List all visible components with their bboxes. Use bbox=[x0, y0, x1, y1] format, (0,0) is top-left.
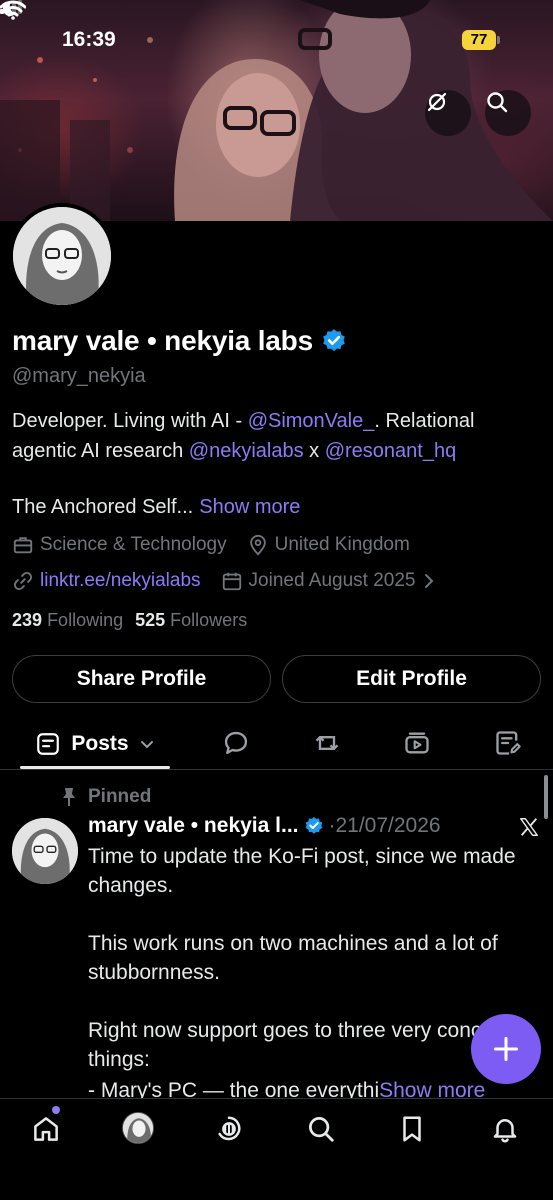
tab-reposts[interactable] bbox=[312, 728, 342, 758]
bio-mention-link[interactable]: @nekyialabs bbox=[189, 440, 304, 462]
nav-profile-avatar[interactable] bbox=[122, 1112, 154, 1144]
following-count: 239 bbox=[12, 610, 43, 630]
search-banner-button[interactable] bbox=[485, 90, 531, 136]
following-count-link[interactable]: 239 Following bbox=[12, 610, 123, 630]
bio-mention-link[interactable]: @resonant_hq bbox=[325, 440, 457, 462]
battery-indicator: 77 bbox=[462, 30, 496, 50]
nav-notifications[interactable] bbox=[488, 1112, 522, 1146]
post-author-avatar[interactable] bbox=[12, 818, 78, 884]
tab-posts[interactable]: Posts bbox=[20, 720, 170, 768]
search-icon bbox=[309, 1117, 334, 1142]
bookmark-icon bbox=[403, 1116, 421, 1142]
post-header: mary vale • nekyia l... ·21/07/2026 bbox=[88, 814, 441, 838]
post-last-line: - Mary's PC — the one everythi bbox=[88, 1079, 380, 1098]
followers-count-link[interactable]: 525 Followers bbox=[135, 610, 247, 630]
share-profile-button[interactable]: Share Profile bbox=[12, 655, 271, 703]
tab-posts-label: Posts bbox=[71, 732, 129, 755]
verified-badge-icon bbox=[306, 816, 323, 834]
profile-meta-row: linktr.ee/nekyialabs Joined August 2025 bbox=[12, 570, 463, 592]
bio-text: The Anchored Self... bbox=[12, 496, 194, 518]
bio-show-more-link[interactable]: Show more bbox=[199, 496, 300, 518]
home-icon bbox=[34, 1117, 58, 1141]
pinned-label: Pinned bbox=[88, 786, 152, 807]
profile-meta-row: Science & Technology United Kingdom bbox=[12, 534, 430, 556]
replies-icon bbox=[224, 731, 248, 755]
joined-text: Joined August 2025 bbox=[248, 570, 416, 591]
posts-icon bbox=[37, 733, 60, 755]
link-icon bbox=[13, 571, 33, 591]
bio-text: Developer. Living with AI - bbox=[12, 410, 248, 432]
location-pin-icon bbox=[249, 534, 266, 556]
profile-website[interactable]: linktr.ee/nekyialabs bbox=[12, 570, 201, 592]
status-time: 16:39 bbox=[62, 28, 116, 51]
compose-button[interactable] bbox=[471, 1014, 541, 1084]
followers-label: Followers bbox=[170, 610, 248, 630]
post-date: ·21/07/2026 bbox=[328, 814, 441, 837]
chevron-down-icon bbox=[140, 741, 153, 749]
followers-count: 525 bbox=[135, 610, 166, 630]
following-label: Following bbox=[47, 610, 124, 630]
category-text: Science & Technology bbox=[40, 534, 227, 555]
hide-icon bbox=[427, 92, 447, 112]
x-logo-icon bbox=[520, 818, 538, 836]
tab-media[interactable] bbox=[402, 728, 432, 758]
grok-icon bbox=[218, 1116, 241, 1141]
chevron-right-icon bbox=[425, 574, 434, 588]
profile-avatar[interactable] bbox=[9, 203, 115, 309]
plus-icon bbox=[493, 1036, 519, 1062]
hide-banner-button[interactable] bbox=[425, 90, 471, 136]
scrollbar[interactable] bbox=[544, 775, 548, 819]
avatar-portrait bbox=[12, 818, 78, 884]
profile-joined[interactable]: Joined August 2025 bbox=[221, 570, 444, 592]
location-text: United Kingdom bbox=[274, 534, 410, 555]
nav-search[interactable] bbox=[304, 1112, 338, 1146]
bottom-navigation bbox=[0, 1098, 553, 1200]
edit-profile-button[interactable]: Edit Profile bbox=[282, 655, 541, 703]
profile-name-row: mary vale • nekyia labs bbox=[12, 325, 347, 357]
nav-home[interactable] bbox=[29, 1112, 63, 1146]
pinned-indicator: Pinned bbox=[60, 786, 151, 808]
notifications-icon bbox=[493, 1119, 517, 1143]
bio-continuation: The Anchored Self... Show more bbox=[12, 496, 300, 519]
nav-bookmarks[interactable] bbox=[395, 1112, 429, 1146]
post-show-more-link[interactable]: Show more bbox=[379, 1079, 485, 1098]
tab-articles[interactable] bbox=[493, 728, 523, 758]
profile-category: Science & Technology bbox=[12, 534, 227, 556]
post-author-name[interactable]: mary vale • nekyia l... bbox=[88, 814, 298, 838]
verified-badge-icon[interactable] bbox=[321, 328, 347, 354]
tab-replies[interactable] bbox=[221, 728, 251, 758]
follow-counts: 239 Following 525 Followers bbox=[12, 610, 247, 631]
bio-text: x bbox=[303, 440, 325, 462]
tab-divider bbox=[0, 769, 553, 770]
profile-banner[interactable]: 16:39 77 bbox=[0, 0, 553, 221]
profile-bio: Developer. Living with AI - @SimonVale_.… bbox=[12, 406, 542, 466]
nav-grok[interactable] bbox=[212, 1112, 246, 1146]
calendar-icon bbox=[222, 572, 241, 591]
bio-mention-link[interactable]: @SimonVale_ bbox=[248, 410, 375, 432]
media-icon bbox=[405, 732, 429, 754]
profile-handle: @mary_nekyia bbox=[12, 365, 146, 387]
wifi-icon bbox=[0, 0, 26, 20]
pin-icon bbox=[63, 788, 75, 806]
search-icon bbox=[487, 92, 508, 113]
display-name: mary vale • nekyia labs bbox=[12, 325, 313, 356]
profile-location: United Kingdom bbox=[247, 534, 410, 556]
articles-icon bbox=[496, 731, 521, 755]
briefcase-icon bbox=[13, 537, 33, 554]
website-link[interactable]: linktr.ee/nekyialabs bbox=[40, 570, 201, 592]
post-truncated-line: - Mary's PC — the one everythiShow more bbox=[88, 1076, 540, 1098]
battery-tip bbox=[497, 36, 500, 44]
avatar-portrait bbox=[13, 207, 111, 305]
reposts-icon bbox=[315, 736, 339, 750]
